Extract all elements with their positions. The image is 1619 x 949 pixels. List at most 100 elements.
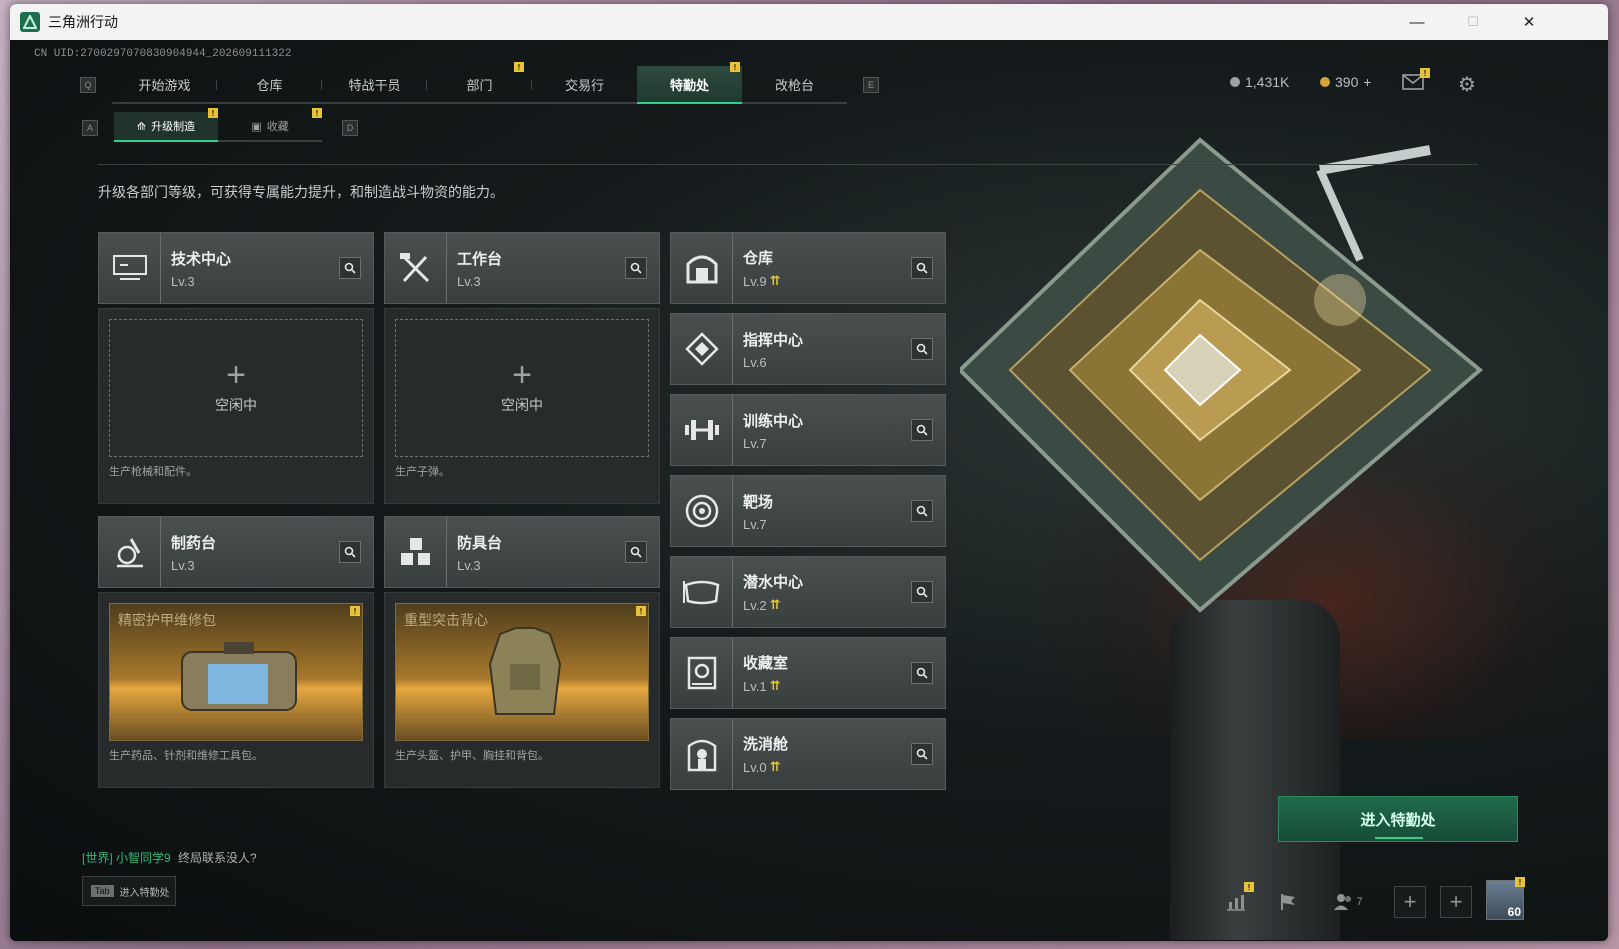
tab-label: 特勤处 xyxy=(669,77,709,93)
facility-name: 仓库 xyxy=(743,250,774,267)
close-button[interactable]: ✕ xyxy=(1500,4,1558,40)
tab-label: 部门 xyxy=(466,77,493,93)
friends-icon[interactable]: 7 xyxy=(1326,886,1370,918)
facility-level: Lv.0 xyxy=(743,759,767,775)
facility-warehouse[interactable]: 仓库 Lv.9 ⇈ xyxy=(670,232,946,304)
tab-operators[interactable]: 特战干员 xyxy=(322,66,427,104)
tab-warehouse[interactable]: 仓库 xyxy=(217,66,322,104)
repair-kit-image xyxy=(181,642,297,711)
station-level: Lv.3 xyxy=(171,273,195,289)
command-icon xyxy=(671,314,733,384)
game-window: 三角洲行动 — ☐ ✕ CN UID:2700297070830904944_2… xyxy=(10,4,1608,941)
gold-currency[interactable]: 390 + xyxy=(1320,74,1372,90)
add-slot-button[interactable]: + xyxy=(1394,886,1426,918)
silver-coin-icon xyxy=(1230,77,1240,87)
tab-label: 仓库 xyxy=(256,77,283,93)
facility-diving-center[interactable]: 潜水中心 Lv.2 ⇈ xyxy=(670,556,946,628)
diving-mask-icon xyxy=(671,557,733,627)
app-logo-icon xyxy=(20,12,40,32)
item-name: 重型突击背心 xyxy=(404,612,488,628)
crafting-item[interactable]: 重型突击背心 ! xyxy=(395,603,649,741)
search-icon[interactable] xyxy=(911,500,933,522)
subtab-label: 收藏 xyxy=(266,121,289,133)
facility-name: 洗消舱 xyxy=(743,736,789,753)
subnav-next-key[interactable]: D xyxy=(342,120,358,136)
empty-slot[interactable]: + 空闲中 xyxy=(109,319,363,457)
maximize-button[interactable]: ☐ xyxy=(1444,4,1502,40)
window-title: 三角洲行动 xyxy=(48,14,118,30)
facility-level: Lv.7 xyxy=(743,516,767,532)
stats-chart-icon[interactable]: ! xyxy=(1220,882,1254,918)
page-intro: 升级各部门等级，可获得专属能力提升，和制造战斗物资的能力。 xyxy=(98,184,504,200)
enter-special-ops-button[interactable]: 进入特勤处 xyxy=(1278,796,1518,842)
main-nav: 开始游戏 仓库 特战干员 部门 ! 交易行 特勤处 ! 改枪台 xyxy=(112,62,847,104)
tab-label: 改枪台 xyxy=(774,77,814,93)
warehouse-icon xyxy=(671,233,733,303)
upgrade-available-icon: ⇈ xyxy=(769,597,781,612)
button-underline xyxy=(1375,837,1423,839)
friends-count: 7 xyxy=(1356,896,1363,908)
facility-collection-room[interactable]: 收藏室 Lv.1 ⇈ xyxy=(670,637,946,709)
tab-department[interactable]: 部门 ! xyxy=(427,62,532,104)
search-icon[interactable] xyxy=(911,338,933,360)
facility-name: 训练中心 xyxy=(743,412,804,430)
mail-icon[interactable]: ! xyxy=(1402,68,1430,95)
facility-command-center[interactable]: 指挥中心 Lv.6 xyxy=(670,313,946,385)
chat-user[interactable]: 小智同学9 xyxy=(116,851,171,865)
tab-label: 特战干员 xyxy=(348,77,401,93)
tab-key-hint[interactable]: Tab 进入特勤处 xyxy=(82,876,176,906)
empty-slot[interactable]: + 空闲中 xyxy=(395,319,649,457)
production-slot-workbench: + 空闲中 生产子弹。 xyxy=(384,308,660,504)
nav-prev-key[interactable]: Q xyxy=(80,77,96,93)
flag-icon[interactable] xyxy=(1272,886,1304,918)
subnav-prev-key[interactable]: A xyxy=(82,120,98,136)
station-armor[interactable]: 防具台 Lv.3 xyxy=(384,516,660,588)
settings-gear-icon[interactable]: ⚙ xyxy=(1458,72,1476,97)
nav-next-key[interactable]: E xyxy=(863,77,879,93)
facility-name: 收藏室 xyxy=(743,655,789,672)
search-icon[interactable] xyxy=(339,257,361,279)
search-icon[interactable] xyxy=(911,662,933,684)
production-slot-tech: + 空闲中 生产枪械和配件。 xyxy=(98,308,374,504)
notice-badge: ! xyxy=(730,62,740,72)
facility-decon-chamber[interactable]: 洗消舱 Lv.0 ⇈ xyxy=(670,718,946,790)
search-icon[interactable] xyxy=(911,581,933,603)
add-slot-button[interactable]: + xyxy=(1440,886,1472,918)
tab-gunsmith[interactable]: 改枪台 xyxy=(742,66,847,104)
facility-level: Lv.9 xyxy=(743,273,767,289)
station-level: Lv.3 xyxy=(457,557,481,573)
search-icon[interactable] xyxy=(625,541,647,563)
notice-badge: ! xyxy=(350,606,360,616)
add-gold-button[interactable]: + xyxy=(1363,74,1371,90)
notice-badge: ! xyxy=(1515,877,1525,887)
search-icon[interactable] xyxy=(911,743,933,765)
search-icon[interactable] xyxy=(339,541,361,563)
station-description: 生产药品、针剂和维修工具包。 xyxy=(109,750,263,762)
station-tech-center[interactable]: 技术中心 Lv.3 xyxy=(98,232,374,304)
facility-shooting-range[interactable]: 靶场 Lv.7 xyxy=(670,475,946,547)
tab-special-ops[interactable]: 特勤处 ! xyxy=(637,62,742,104)
search-icon[interactable] xyxy=(911,257,933,279)
search-icon[interactable] xyxy=(911,419,933,441)
subtab-collection[interactable]: ▣ 收藏 ! xyxy=(218,108,322,142)
scene-pillar xyxy=(1170,600,1340,940)
crafting-item[interactable]: 精密护甲维修包 ! xyxy=(109,603,363,741)
facility-training-center[interactable]: 训练中心 Lv.7 xyxy=(670,394,946,466)
avatar[interactable]: 60 ! xyxy=(1486,877,1525,920)
vault-door-icon xyxy=(671,638,733,708)
subtab-upgrade-craft[interactable]: ⟰ 升级制造 ! xyxy=(114,108,218,142)
search-icon[interactable] xyxy=(625,257,647,279)
slot-status: 空闲中 xyxy=(501,397,543,413)
item-name: 精密护甲维修包 xyxy=(118,612,216,628)
tab-start-game[interactable]: 开始游戏 xyxy=(112,66,217,104)
station-pharmacy[interactable]: 制药台 Lv.3 xyxy=(98,516,374,588)
station-description: 生产枪械和配件。 xyxy=(109,466,197,478)
chat-channel: [世界] xyxy=(82,851,113,865)
chat-line[interactable]: [世界] 小智同学9 终局联系没人? xyxy=(82,849,257,866)
minimize-button[interactable]: — xyxy=(1388,4,1446,40)
tab-market[interactable]: 交易行 xyxy=(532,66,637,104)
notice-badge: ! xyxy=(208,108,218,118)
station-name: 防具台 xyxy=(457,534,503,552)
game-viewport: CN UID:2700297070830904944_202609111322 … xyxy=(10,40,1608,941)
station-workbench[interactable]: 工作台 Lv.3 xyxy=(384,232,660,304)
